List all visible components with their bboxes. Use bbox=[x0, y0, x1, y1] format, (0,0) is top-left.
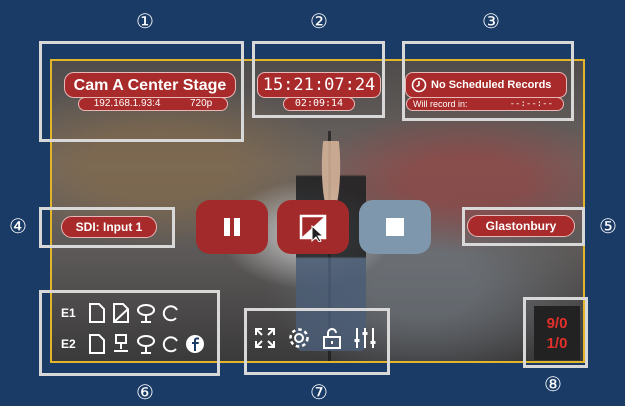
file-record-icon[interactable] bbox=[87, 333, 107, 355]
gear-icon[interactable] bbox=[287, 326, 311, 350]
tools-row bbox=[253, 326, 377, 350]
timecode-display: 15:21:07:24 bbox=[257, 72, 381, 98]
stream-icon[interactable] bbox=[135, 333, 157, 355]
refresh-icon[interactable] bbox=[161, 333, 181, 355]
encoder-1-label: E1 bbox=[61, 306, 76, 320]
file-record-icon[interactable] bbox=[87, 302, 107, 324]
refresh-icon[interactable] bbox=[161, 302, 181, 324]
stop-button[interactable] bbox=[359, 200, 431, 254]
callout-2: ② bbox=[310, 11, 328, 33]
split-icon bbox=[299, 214, 327, 242]
camera-name-badge[interactable]: Cam A Center Stage bbox=[64, 72, 236, 98]
schedule-badge[interactable]: No Scheduled Records bbox=[405, 72, 567, 98]
pause-icon bbox=[224, 218, 240, 236]
camera-info-badge: 192.168.1.93:4 720p bbox=[78, 97, 228, 111]
pause-button[interactable] bbox=[196, 200, 268, 254]
will-record-value: --:--:-- bbox=[509, 99, 553, 109]
split-record-button[interactable] bbox=[277, 200, 349, 254]
encoder-2-label: E2 bbox=[61, 337, 76, 351]
stream-icon[interactable] bbox=[135, 302, 157, 324]
source-input-badge[interactable]: SDI: Input 1 bbox=[61, 216, 157, 238]
fullscreen-icon[interactable] bbox=[253, 326, 277, 350]
counter-panel: 9/0 1/0 bbox=[534, 306, 580, 360]
file-record-2-icon[interactable] bbox=[111, 302, 131, 324]
facebook-icon[interactable] bbox=[185, 334, 205, 354]
callout-7: ⑦ bbox=[310, 382, 328, 404]
will-record-badge: Will record in: --:--:-- bbox=[406, 97, 564, 111]
clock-icon bbox=[411, 77, 427, 93]
encoder-2-row: E2 bbox=[61, 333, 205, 355]
stop-icon bbox=[386, 218, 404, 236]
mixer-icon[interactable] bbox=[353, 326, 377, 350]
callout-4: ④ bbox=[9, 216, 27, 238]
callout-6: ⑥ bbox=[136, 382, 154, 404]
encoder-1-row: E1 bbox=[61, 302, 181, 324]
will-record-label: Will record in: bbox=[413, 99, 468, 109]
callout-5: ⑤ bbox=[599, 216, 617, 238]
camera-resolution: 720p bbox=[189, 98, 213, 109]
network-icon[interactable] bbox=[111, 333, 131, 355]
callout-3: ③ bbox=[482, 11, 500, 33]
unlock-icon[interactable] bbox=[321, 326, 343, 350]
elapsed-time: 02:09:14 bbox=[283, 97, 355, 111]
project-badge[interactable]: Glastonbury bbox=[467, 215, 575, 237]
counter-top: 9/0 bbox=[546, 314, 568, 332]
counter-bottom: 1/0 bbox=[546, 334, 568, 352]
camera-address: 192.168.1.93:4 bbox=[93, 98, 161, 109]
schedule-status: No Scheduled Records bbox=[431, 79, 552, 91]
callout-8: ⑧ bbox=[544, 374, 562, 396]
callout-1: ① bbox=[136, 11, 154, 33]
